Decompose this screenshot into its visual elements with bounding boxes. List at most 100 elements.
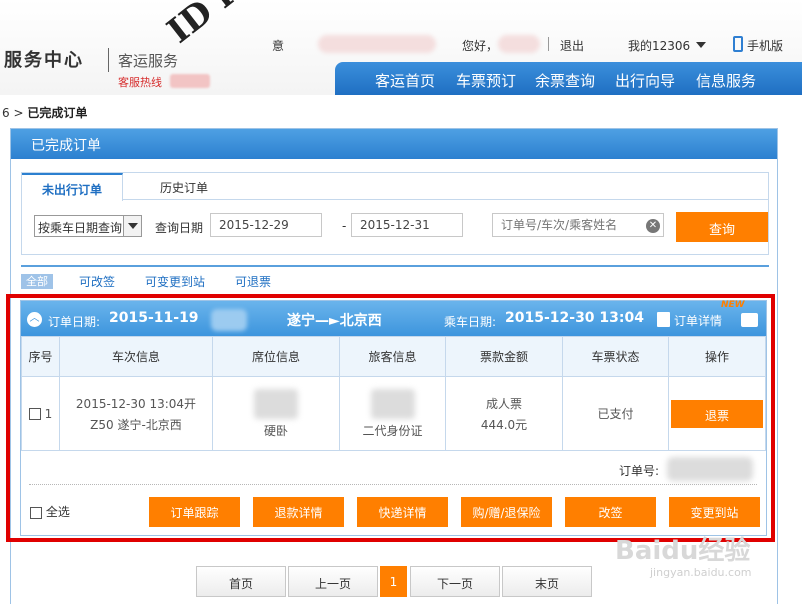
ticket-price: 444.0元 [480, 417, 528, 432]
order-detail-link[interactable]: 订单详情 [674, 312, 722, 329]
nav-travel-guide[interactable]: 出行向导 [615, 70, 675, 91]
main-nav: 客运首页 车票预订 余票查询 出行向导 信息服务 [335, 62, 802, 95]
my-account-menu[interactable]: 我的12306 [628, 37, 690, 54]
change-ticket-button[interactable]: 改签 [565, 497, 656, 527]
date-range-separator: - [342, 219, 347, 233]
order-header: ︿ 订单日期: 2015-11-19 遂宁—►北京西 乘车日期: 2015-12… [21, 300, 766, 336]
status-cell: 已支付 [562, 376, 669, 451]
nav-book-ticket[interactable]: 车票预订 [456, 70, 516, 91]
order-date-label: 订单日期: [48, 315, 101, 329]
col-seat: 席位信息 [212, 336, 340, 377]
breadcrumb-prefix[interactable]: 6 > [2, 106, 27, 120]
row-checkbox[interactable] [28, 408, 41, 420]
breadcrumb: 6 > 已完成订单 [2, 104, 87, 121]
col-index: 序号 [21, 336, 60, 377]
filter-refundable[interactable]: 可退票 [235, 273, 271, 290]
nav-info-service[interactable]: 信息服务 [696, 70, 756, 91]
pager-prev[interactable]: 上一页 [288, 566, 378, 597]
train-info-cell: 2015-12-30 13:04开 Z50 遂宁-北京西 [59, 376, 213, 451]
seat-info-cell: 硬卧 [212, 376, 340, 451]
breadcrumb-current: 已完成订单 [27, 106, 88, 120]
clear-icon[interactable]: ✕ [646, 219, 660, 233]
refund-detail-button[interactable]: 退款详情 [253, 497, 344, 527]
passenger-id-type: 二代身份证 [362, 423, 423, 438]
logo-subtitle: 客运服务 [118, 52, 179, 70]
select-all[interactable]: 全选 [30, 503, 70, 520]
tab-history-orders[interactable]: 历史订单 [144, 173, 224, 200]
nav-home[interactable]: 客运首页 [375, 70, 435, 91]
welcome-redacted [318, 35, 436, 53]
hello-text: 您好， [462, 39, 499, 53]
dotted-divider [29, 484, 757, 485]
redacted-chip [211, 309, 247, 331]
order-track-button[interactable]: 订单跟踪 [149, 497, 240, 527]
col-status: 车票状态 [562, 336, 669, 377]
order-date: 2015-11-19 [109, 310, 199, 326]
hotline-label: 客服热线 [118, 76, 162, 89]
ride-date: 2015-12-30 13:04 [505, 310, 644, 326]
baidu-watermark-url: jingyan.baidu.com [650, 566, 752, 579]
order-number-redacted [667, 457, 753, 481]
price-cell: 成人票 444.0元 [445, 376, 563, 451]
query-type-select[interactable]: 按乘车日期查询 [34, 215, 142, 237]
change-destination-button[interactable]: 变更到站 [669, 497, 760, 527]
train-number: Z50 遂宁-北京西 [90, 417, 182, 432]
filter-all[interactable]: 全部 [21, 274, 53, 289]
query-button[interactable]: 查询 [676, 212, 768, 242]
seat-type: 硬卧 [263, 423, 288, 438]
header-divider [548, 37, 549, 51]
hotline-number-redacted [170, 74, 210, 88]
mobile-version-link[interactable]: 手机版 [747, 37, 783, 54]
row-index: 1 [44, 406, 53, 421]
date-from-input[interactable] [210, 213, 322, 237]
row-index-cell: 1 [21, 376, 60, 451]
seat-redacted [254, 388, 298, 419]
site-header: 服务中心 客运服务 客服热线 意 您好， 退出 我的12306 手机版 客运首页… [0, 0, 802, 95]
welcome-text: 意 [272, 39, 285, 53]
chevron-down-icon[interactable] [696, 42, 706, 48]
passenger-name-redacted [370, 388, 415, 419]
username-redacted [498, 35, 540, 53]
order-number-label: 订单号: [619, 464, 660, 478]
select-arrow-icon[interactable] [123, 216, 141, 236]
nav-ticket-query[interactable]: 余票查询 [535, 70, 595, 91]
passenger-info-cell: 二代身份证 [339, 376, 446, 451]
pager-next[interactable]: 下一页 [410, 566, 500, 597]
refund-button[interactable]: 退票 [671, 399, 763, 428]
tab-strip: 未出行订单 历史订单 [22, 173, 768, 201]
print-icon[interactable] [741, 313, 758, 327]
logo-divider [108, 48, 109, 72]
document-icon[interactable] [657, 312, 670, 327]
express-detail-button[interactable]: 快递详情 [357, 497, 448, 527]
pager-first[interactable]: 首页 [196, 566, 286, 597]
col-price: 票款金额 [445, 336, 563, 377]
query-box: 未出行订单 历史订单 按乘车日期查询 查询日期 - ✕ 查询 [21, 172, 769, 255]
ticket-type: 成人票 [485, 396, 522, 411]
order-route: 遂宁—►北京西 [287, 313, 382, 329]
query-date-label: 查询日期 [155, 221, 204, 235]
table-header-row: 序号 车次信息 席位信息 旅客信息 票款金额 车票状态 操作 [21, 336, 766, 377]
table-row: 1 2015-12-30 13:04开 Z50 遂宁-北京西 硬卧 二代身份证 … [21, 376, 766, 451]
col-train: 车次信息 [59, 336, 213, 377]
baidu-watermark: Baidu经验 [615, 536, 751, 566]
logo-text[interactable]: 服务中心 [4, 46, 84, 72]
tab-upcoming-orders[interactable]: 未出行订单 [22, 173, 123, 201]
col-action: 操作 [668, 336, 766, 377]
pager-last[interactable]: 末页 [502, 566, 592, 597]
insurance-button[interactable]: 购/赠/退保险 [461, 497, 552, 527]
search-input[interactable] [492, 213, 664, 237]
divider [21, 265, 769, 267]
filter-changeable[interactable]: 可改签 [79, 273, 115, 290]
pager-current-page[interactable]: 1 [380, 566, 407, 597]
collapse-icon[interactable]: ︿ [27, 312, 42, 327]
select-all-label: 全选 [45, 505, 70, 519]
select-all-checkbox[interactable] [30, 506, 42, 519]
query-type-value: 按乘车日期查询 [38, 221, 123, 235]
ride-date-label: 乘车日期: [444, 315, 497, 329]
col-passenger: 旅客信息 [339, 336, 446, 377]
date-to-input[interactable] [351, 213, 463, 237]
filter-change-destination[interactable]: 可变更到站 [145, 273, 205, 290]
train-time: 2015-12-30 13:04开 [75, 396, 197, 411]
logout-link[interactable]: 退出 [560, 37, 584, 54]
mobile-phone-icon[interactable] [733, 36, 743, 52]
